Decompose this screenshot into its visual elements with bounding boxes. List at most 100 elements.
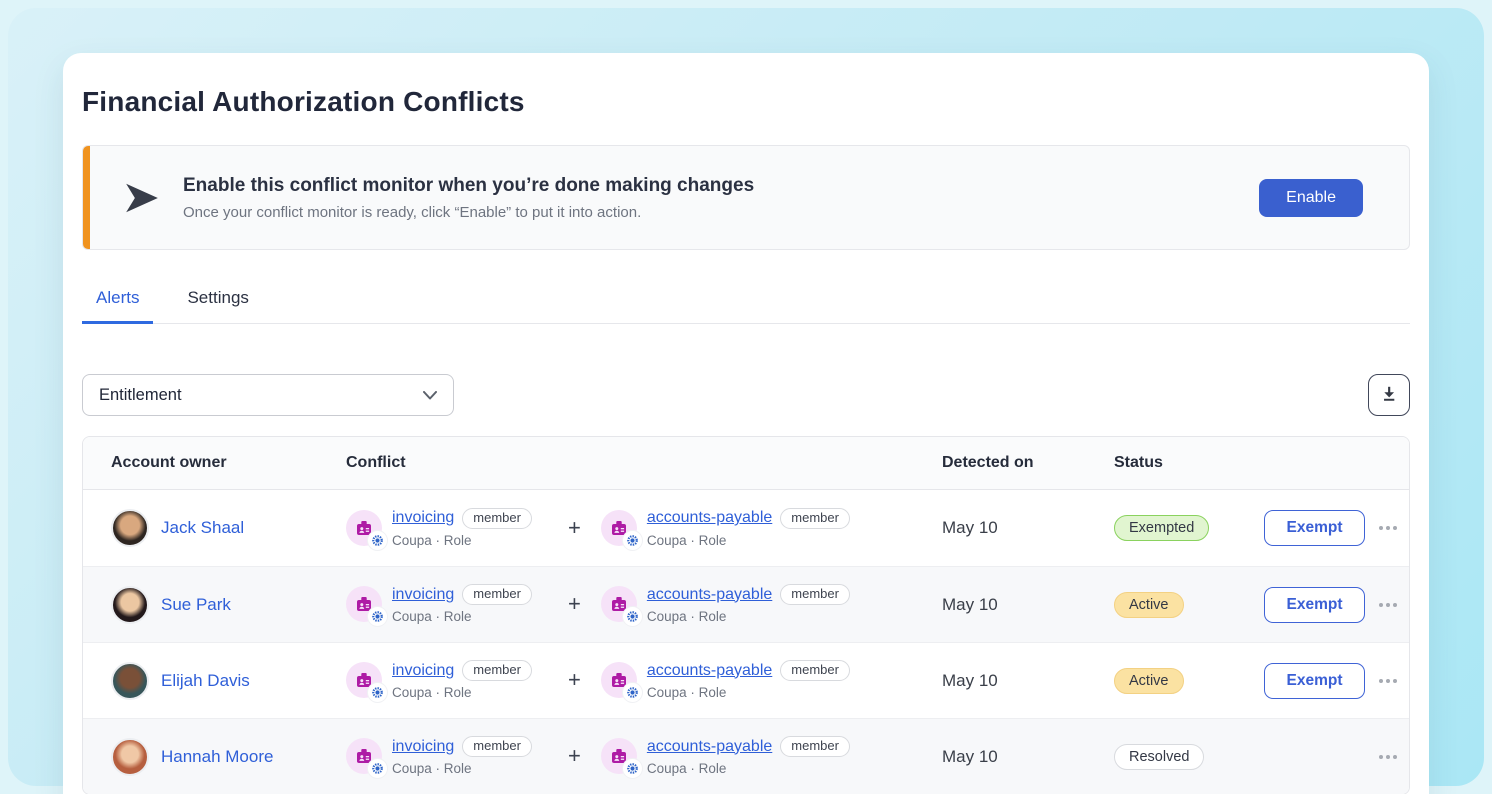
entitlement-source: Coupa · Role [647, 761, 850, 777]
more-button[interactable] [1377, 675, 1399, 687]
table-body: Jack Shaal [83, 490, 1409, 794]
dot [1386, 526, 1390, 530]
main-card: Financial Authorization Conflicts Enable… [63, 53, 1429, 794]
plus-separator: + [568, 667, 581, 693]
entitlement-source: Coupa · Role [392, 609, 532, 625]
conflict-cell: invoicing member Coupa · Role + [346, 660, 942, 700]
member-badge: member [462, 660, 532, 681]
header-status: Status [1114, 454, 1264, 472]
entitlement-badge-icon [346, 586, 382, 622]
owner-cell: Sue Park [83, 586, 346, 624]
entitlement-link[interactable]: accounts-payable [647, 586, 772, 604]
member-badge: member [780, 584, 850, 605]
entitlement-link[interactable]: invoicing [392, 738, 454, 756]
owner-name-link[interactable]: Hannah Moore [161, 747, 273, 767]
dropdown-value: Entitlement [99, 386, 182, 405]
status-badge: Active [1114, 592, 1184, 618]
status-badge: Active [1114, 668, 1184, 694]
owner-cell: Jack Shaal [83, 509, 346, 547]
plus-separator: + [568, 591, 581, 617]
avatar [111, 738, 149, 776]
avatar [111, 662, 149, 700]
chevron-down-icon [423, 391, 437, 400]
entitlement-badge-icon [601, 586, 637, 622]
entitlement-link[interactable]: invoicing [392, 586, 454, 604]
exempt-button[interactable]: Exempt [1264, 663, 1365, 699]
entitlement-badge-icon [346, 510, 382, 546]
dot [1393, 603, 1397, 607]
status-badge: Resolved [1114, 744, 1204, 770]
banner-text: Enable this conflict monitor when you’re… [183, 175, 1259, 221]
entitlement: invoicing member Coupa · Role [346, 584, 548, 624]
tab-settings[interactable]: Settings [173, 288, 262, 324]
conflict-cell: invoicing member Coupa · Role + [346, 508, 942, 548]
table-row: Jack Shaal [83, 490, 1409, 566]
member-badge: member [780, 508, 850, 529]
detected-on: May 10 [942, 518, 1114, 538]
coupa-app-icon [368, 683, 387, 702]
dot [1379, 603, 1383, 607]
actions-cell [1264, 748, 1409, 766]
download-button[interactable] [1368, 374, 1410, 416]
entitlement: accounts-payable member Coupa · Role [601, 508, 850, 548]
enable-banner: Enable this conflict monitor when you’re… [82, 145, 1410, 250]
tab-bar: Alerts Settings [82, 288, 1410, 324]
exempt-button[interactable]: Exempt [1264, 510, 1365, 546]
dot [1379, 755, 1383, 759]
more-button[interactable] [1377, 751, 1399, 763]
tab-alerts[interactable]: Alerts [82, 288, 153, 324]
entitlement-badge-icon [346, 662, 382, 698]
entitlement: invoicing member Coupa · Role [346, 736, 548, 776]
coupa-app-icon [623, 759, 642, 778]
table-row: Sue Park [83, 566, 1409, 642]
actions-cell: Exempt [1264, 587, 1409, 623]
entitlement: invoicing member Coupa · Role [346, 660, 548, 700]
owner-name-link[interactable]: Elijah Davis [161, 671, 250, 691]
dot [1379, 679, 1383, 683]
member-badge: member [780, 660, 850, 681]
entitlement-source: Coupa · Role [647, 533, 850, 549]
exempt-button[interactable]: Exempt [1264, 587, 1365, 623]
header-account-owner: Account owner [83, 454, 346, 472]
table-row: Hannah Moore [83, 718, 1409, 794]
entitlement-link[interactable]: accounts-payable [647, 662, 772, 680]
actions-cell: Exempt [1264, 510, 1409, 546]
banner-subtitle: Once your conflict monitor is ready, cli… [183, 204, 1259, 221]
member-badge: member [780, 736, 850, 757]
table-header: Account owner Conflict Detected on Statu… [83, 437, 1409, 490]
owner-name-link[interactable]: Sue Park [161, 595, 231, 615]
more-button[interactable] [1377, 599, 1399, 611]
entitlement-filter-dropdown[interactable]: Entitlement [82, 374, 454, 416]
avatar [111, 586, 149, 624]
dot [1379, 526, 1383, 530]
dot [1386, 755, 1390, 759]
detected-on: May 10 [942, 595, 1114, 615]
dot [1393, 679, 1397, 683]
coupa-app-icon [623, 531, 642, 550]
more-button[interactable] [1377, 522, 1399, 534]
owner-name-link[interactable]: Jack Shaal [161, 518, 244, 538]
entitlement-link[interactable]: invoicing [392, 509, 454, 527]
toolbar: Entitlement [82, 374, 1410, 416]
entitlement-source: Coupa · Role [647, 609, 850, 625]
coupa-app-icon [368, 531, 387, 550]
entitlement-badge-icon [346, 738, 382, 774]
page-backdrop: Financial Authorization Conflicts Enable… [8, 8, 1484, 786]
actions-cell: Exempt [1264, 663, 1409, 699]
entitlement-source: Coupa · Role [392, 533, 532, 549]
dot [1393, 755, 1397, 759]
detected-on: May 10 [942, 747, 1114, 767]
entitlement-badge-icon [601, 738, 637, 774]
coupa-app-icon [368, 607, 387, 626]
dot [1386, 603, 1390, 607]
coupa-app-icon [623, 683, 642, 702]
coupa-app-icon [623, 607, 642, 626]
entitlement: accounts-payable member Coupa · Role [601, 736, 850, 776]
entitlement-link[interactable]: accounts-payable [647, 509, 772, 527]
entitlement-link[interactable]: accounts-payable [647, 738, 772, 756]
plus-separator: + [568, 515, 581, 541]
coupa-app-icon [368, 759, 387, 778]
entitlement-link[interactable]: invoicing [392, 662, 454, 680]
enable-button[interactable]: Enable [1259, 179, 1363, 217]
member-badge: member [462, 584, 532, 605]
